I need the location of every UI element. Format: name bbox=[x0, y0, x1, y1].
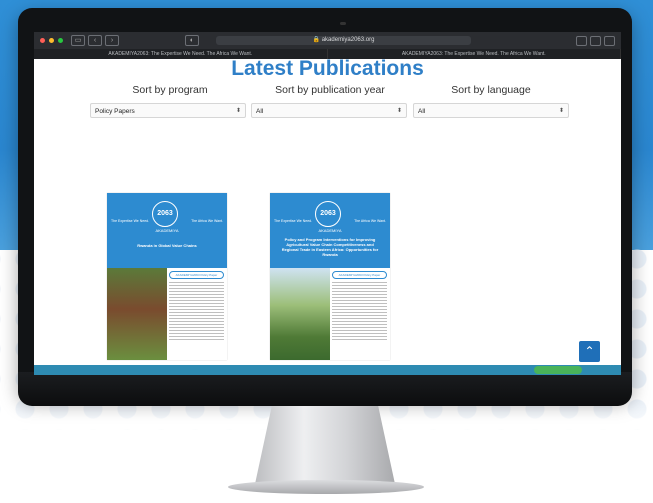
cover-tagline-left: The Expertise We Need. bbox=[274, 219, 313, 223]
cover-tagline-right: The Africa We Want. bbox=[191, 219, 223, 223]
chevron-updown-icon: ⬍ bbox=[558, 108, 564, 114]
monitor-stand-base bbox=[228, 480, 424, 494]
cover-photo bbox=[270, 268, 330, 360]
language-select[interactable]: All ⬍ bbox=[413, 103, 569, 118]
apple-logo-icon bbox=[319, 381, 331, 394]
policy-paper-badge: AKADEMIYA2063 Policy Paper bbox=[332, 271, 387, 279]
publication-card[interactable]: The Expertise We Need. 2063 The Africa W… bbox=[107, 193, 227, 360]
akademiya-logo-icon: 2063 bbox=[152, 201, 178, 227]
cover-title: Policy and Program Interventions for Imp… bbox=[281, 237, 379, 257]
cookie-accept-button[interactable] bbox=[534, 366, 582, 374]
policy-paper-badge: AKADEMIYA2063 Policy Paper bbox=[169, 271, 224, 279]
cover-brand: AKADEMIYA bbox=[155, 228, 179, 233]
chevron-up-icon: ⌃ bbox=[584, 344, 595, 358]
cover-tagline-left: The Expertise We Need. bbox=[111, 219, 150, 223]
publication-card[interactable]: The Expertise We Need. 2063 The Africa W… bbox=[270, 193, 390, 360]
monitor-stand bbox=[255, 406, 395, 484]
new-tab-icon[interactable] bbox=[590, 36, 601, 46]
address-bar[interactable]: 🔒 akademiya2063.org bbox=[216, 36, 471, 45]
forward-icon[interactable]: › bbox=[105, 35, 119, 46]
program-select-value: Policy Papers bbox=[95, 108, 135, 115]
cover-abstract: AKADEMIYA2063 Policy Paper bbox=[169, 271, 224, 342]
year-select-value: All bbox=[256, 108, 264, 115]
browser-toolbar: ▭ ‹ › ◐ 🔒 akademiya2063.org bbox=[34, 32, 621, 49]
year-select[interactable]: All ⬍ bbox=[251, 103, 407, 118]
chevron-updown-icon: ⬍ bbox=[396, 108, 402, 114]
web-page: Latest Publications Sort by program Sort… bbox=[34, 57, 621, 375]
cover-tagline-right: The Africa We Want. bbox=[354, 219, 386, 223]
filter-label-year: Sort by publication year bbox=[275, 84, 385, 96]
camera bbox=[340, 22, 346, 25]
cover-abstract: AKADEMIYA2063 Policy Paper bbox=[332, 271, 387, 342]
akademiya-logo-icon: 2063 bbox=[315, 201, 341, 227]
language-select-value: All bbox=[418, 108, 426, 115]
minimize-window-button[interactable] bbox=[49, 38, 54, 43]
sidebar-toggle-icon[interactable]: ▭ bbox=[71, 35, 85, 46]
zoom-window-button[interactable] bbox=[58, 38, 63, 43]
cover-photo bbox=[107, 268, 167, 360]
program-select[interactable]: Policy Papers ⬍ bbox=[90, 103, 246, 118]
scroll-to-top-button[interactable]: ⌃ bbox=[579, 341, 600, 362]
cookie-banner: × bbox=[34, 361, 621, 375]
filter-label-program: Sort by program bbox=[132, 84, 208, 96]
cover-header: The Expertise We Need. 2063 The Africa W… bbox=[107, 193, 227, 268]
back-icon[interactable]: ‹ bbox=[88, 35, 102, 46]
page-title: Latest Publications bbox=[231, 57, 424, 80]
chevron-updown-icon: ⬍ bbox=[235, 108, 241, 114]
cover-brand: AKADEMIYA bbox=[318, 228, 342, 233]
close-window-button[interactable] bbox=[40, 38, 45, 43]
cover-header: The Expertise We Need. 2063 The Africa W… bbox=[270, 193, 390, 268]
lock-icon: 🔒 bbox=[312, 37, 321, 43]
share-icon[interactable] bbox=[576, 36, 587, 46]
url-text: akademiya2063.org bbox=[321, 37, 375, 43]
close-icon[interactable]: × bbox=[610, 361, 614, 368]
filter-label-language: Sort by language bbox=[451, 84, 531, 96]
cover-title: Rwanda in Global Value Chains bbox=[137, 243, 197, 248]
tab-overview-icon[interactable] bbox=[604, 36, 615, 46]
privacy-shield-icon[interactable]: ◐ bbox=[185, 35, 199, 46]
monitor-screen: ▭ ‹ › ◐ 🔒 akademiya2063.org AKADEMIYA206… bbox=[34, 32, 621, 375]
